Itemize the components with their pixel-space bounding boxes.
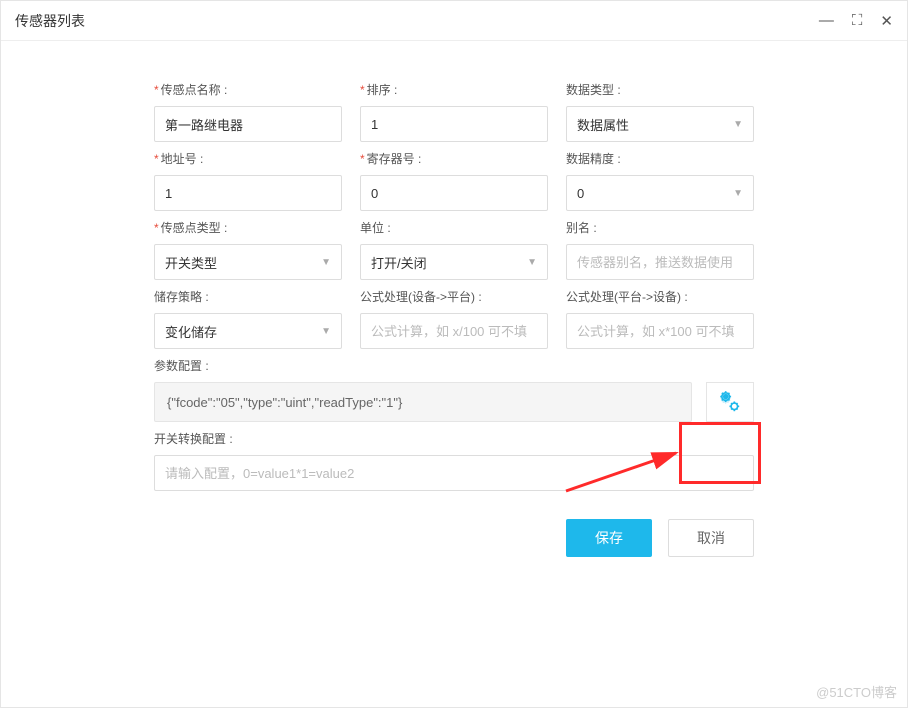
input-register[interactable] [360,175,548,211]
select-precision[interactable]: 0 ▼ [566,175,754,211]
select-sensor-type-value: 开关类型 [165,253,217,272]
select-precision-value: 0 [577,186,584,201]
field-register: *寄存器号 : [360,150,548,211]
label-formula-down: 公式处理(平台->设备) : [566,288,754,305]
field-sensor-name: *传感点名称 : [154,81,342,142]
label-param-config: 参数配置 : [154,357,754,374]
field-sort: *排序 : [360,81,548,142]
label-precision: 数据精度 : [566,150,754,167]
field-precision: 数据精度 : 0 ▼ [566,150,754,211]
titlebar: 传感器列表 — ⛶ ✕ [1,1,907,41]
label-alias: 别名 : [566,219,754,236]
close-icon[interactable]: ✕ [880,12,893,30]
save-button[interactable]: 保存 [566,519,652,557]
param-config-value: {"fcode":"05","type":"uint","readType":"… [154,382,692,422]
chevron-down-icon: ▼ [321,257,331,268]
form-grid: *传感点名称 : *排序 : 数据类型 : 数据属性 ▼ *地址号 : *寄存 [154,81,754,557]
minimize-icon[interactable]: — [819,12,834,29]
maximize-icon[interactable]: ⛶ [852,12,863,29]
field-storage: 储存策略 : 变化储存 ▼ [154,288,342,349]
label-switch-config: 开关转换配置 : [154,430,754,447]
field-data-type: 数据类型 : 数据属性 ▼ [566,81,754,142]
field-formula-down: 公式处理(平台->设备) : [566,288,754,349]
input-address[interactable] [154,175,342,211]
param-config-row: {"fcode":"05","type":"uint","readType":"… [154,382,754,422]
watermark: @51CTO博客 [816,682,897,701]
select-data-type[interactable]: 数据属性 ▼ [566,106,754,142]
select-sensor-type[interactable]: 开关类型 ▼ [154,244,342,280]
label-sensor-type: *传感点类型 : [154,219,342,236]
input-sort[interactable] [360,106,548,142]
window-title: 传感器列表 [15,11,819,31]
label-unit: 单位 : [360,219,548,236]
label-data-type: 数据类型 : [566,81,754,98]
select-unit-value: 打开/关闭 [371,253,427,272]
input-formula-up[interactable] [360,313,548,349]
label-address: *地址号 : [154,150,342,167]
select-storage-value: 变化储存 [165,322,217,341]
label-storage: 储存策略 : [154,288,342,305]
window-controls: — ⛶ ✕ [819,12,893,30]
input-sensor-name[interactable] [154,106,342,142]
field-address: *地址号 : [154,150,342,211]
input-switch-config[interactable] [154,455,754,491]
form-area: *传感点名称 : *排序 : 数据类型 : 数据属性 ▼ *地址号 : *寄存 [1,41,907,557]
field-param-config: 参数配置 : {"fcode":"05","type":"uint","read… [154,357,754,422]
select-data-type-value: 数据属性 [577,115,629,134]
field-formula-up: 公式处理(设备->平台) : [360,288,548,349]
label-formula-up: 公式处理(设备->平台) : [360,288,548,305]
label-register: *寄存器号 : [360,150,548,167]
chevron-down-icon: ▼ [733,188,743,199]
select-unit[interactable]: 打开/关闭 ▼ [360,244,548,280]
chevron-down-icon: ▼ [527,257,537,268]
field-switch-config: 开关转换配置 : [154,430,754,491]
gear-icon [717,389,743,415]
param-config-gear-button[interactable] [706,382,754,422]
chevron-down-icon: ▼ [321,326,331,337]
field-alias: 别名 : [566,219,754,280]
field-sensor-type: *传感点类型 : 开关类型 ▼ [154,219,342,280]
sensor-list-dialog: 传感器列表 — ⛶ ✕ *传感点名称 : *排序 : 数据类型 : 数据属性 ▼ [0,0,908,708]
label-sort: *排序 : [360,81,548,98]
label-sensor-name: *传感点名称 : [154,81,342,98]
form-actions: 保存 取消 [154,519,754,557]
cancel-button[interactable]: 取消 [668,519,754,557]
input-alias[interactable] [566,244,754,280]
chevron-down-icon: ▼ [733,119,743,130]
select-storage[interactable]: 变化储存 ▼ [154,313,342,349]
input-formula-down[interactable] [566,313,754,349]
field-unit: 单位 : 打开/关闭 ▼ [360,219,548,280]
